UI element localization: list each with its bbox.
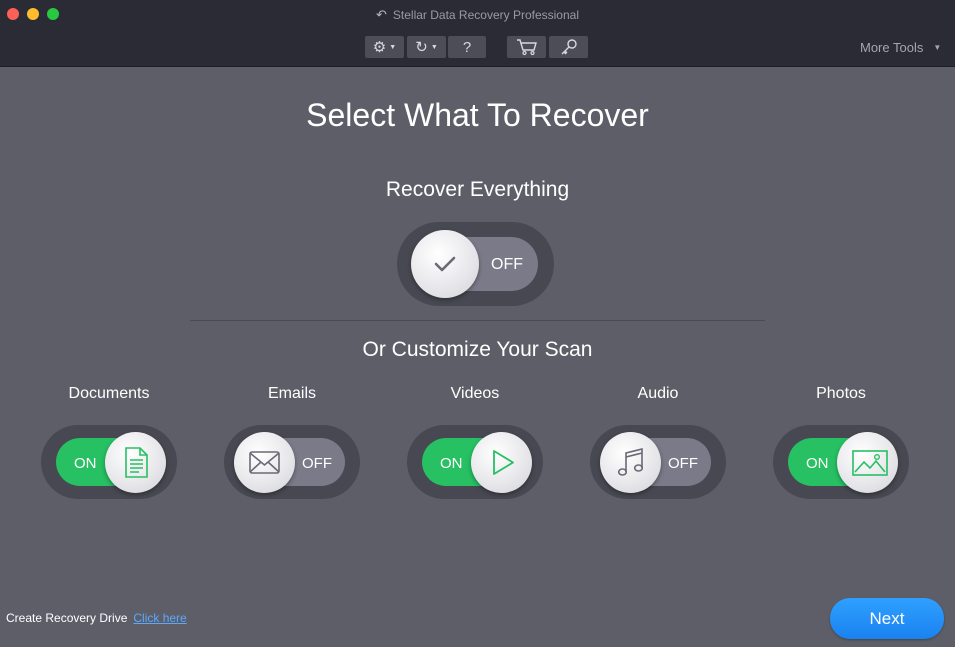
play-icon — [493, 450, 514, 475]
image-icon — [852, 450, 888, 476]
cart-button[interactable] — [507, 36, 546, 58]
category-label: Videos — [450, 385, 500, 402]
gear-icon: ⚙ — [372, 39, 387, 56]
toggle-knob — [411, 230, 479, 298]
category-label: Audio — [637, 385, 679, 402]
category-label: Emails — [267, 385, 316, 402]
recovery-drive-row: Create Recovery Drive Click here — [6, 611, 187, 625]
videos-toggle[interactable]: ON — [407, 425, 543, 499]
envelope-icon — [249, 451, 280, 474]
window-title: ↶ Stellar Data Recovery Professional — [0, 7, 955, 23]
audio-toggle[interactable]: OFF — [590, 425, 726, 499]
recover-everything-toggle[interactable]: OFF — [397, 222, 554, 306]
toggle-state-label: OFF — [668, 455, 698, 472]
recover-everything-heading: Recover Everything — [385, 178, 570, 201]
category-photos: Photos — [771, 385, 911, 407]
title-bar: ↶ Stellar Data Recovery Professional ⚙ ▼ ↻… — [0, 0, 955, 67]
emails-toggle[interactable]: OFF — [224, 425, 360, 499]
recovery-drive-label: Create Recovery Drive — [6, 611, 128, 625]
toggle-knob — [234, 432, 295, 493]
toggle-state-label: OFF — [302, 455, 332, 472]
help-icon: ? — [462, 38, 472, 56]
category-label: Documents — [68, 385, 150, 402]
toggle-state-label: ON — [74, 455, 97, 472]
checkmark-icon — [434, 256, 456, 272]
history-button[interactable]: ↻ ▼ — [407, 36, 446, 58]
next-button[interactable]: Next — [830, 598, 944, 639]
back-arrow-icon[interactable]: ↶ — [376, 7, 387, 23]
document-icon — [125, 447, 148, 478]
settings-button[interactable]: ⚙ ▼ — [365, 36, 404, 58]
chevron-down-icon: ▼ — [389, 43, 397, 51]
toggle-state-label: ON — [806, 455, 829, 472]
photos-toggle[interactable]: ON — [773, 425, 909, 499]
page-title: Select What To Recover — [306, 97, 649, 133]
toggle-knob — [105, 432, 166, 493]
customize-scan-heading: Or Customize Your Scan — [362, 338, 593, 361]
documents-toggle[interactable]: ON — [41, 425, 177, 499]
more-tools-label: More Tools — [860, 40, 924, 55]
key-icon — [561, 39, 577, 55]
category-audio: Audio — [588, 385, 728, 407]
category-emails: Emails — [222, 385, 362, 407]
toggle-state-label: ON — [440, 455, 463, 472]
activation-key-button[interactable] — [549, 36, 588, 58]
category-videos: Videos — [405, 385, 545, 407]
more-tools-menu[interactable]: More Tools ▼ — [860, 40, 941, 55]
toggle-knob — [837, 432, 898, 493]
window-title-text: Stellar Data Recovery Professional — [392, 8, 579, 22]
music-note-icon — [617, 447, 644, 476]
category-label: Photos — [816, 385, 866, 402]
cart-icon — [516, 39, 537, 56]
click-here-link[interactable]: Click here — [133, 611, 186, 625]
toggle-knob — [471, 432, 532, 493]
category-documents: Documents — [39, 385, 179, 407]
section-divider — [190, 320, 765, 321]
chevron-down-icon: ▼ — [430, 43, 438, 51]
toggle-state-label: OFF — [491, 256, 523, 273]
history-icon: ↻ — [415, 39, 428, 56]
help-button[interactable]: ? — [448, 36, 486, 58]
toggle-knob — [600, 432, 661, 493]
chevron-down-icon: ▼ — [933, 43, 942, 52]
